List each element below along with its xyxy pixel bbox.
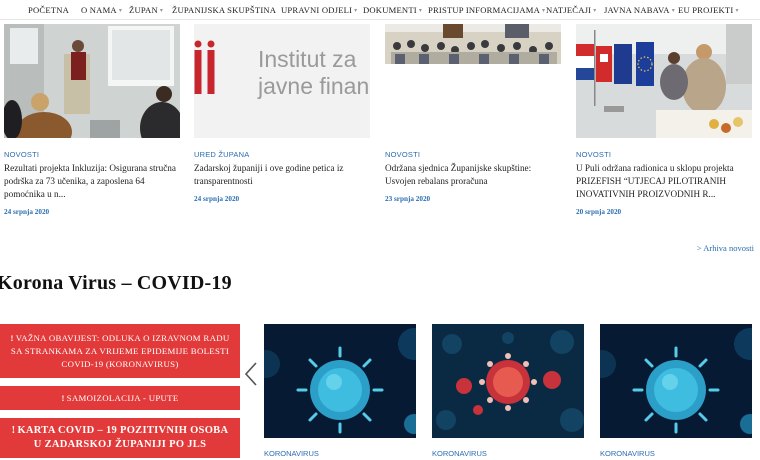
chevron-down-icon: ▾	[354, 7, 358, 14]
news-date: 20 srpnja 2020	[576, 208, 622, 216]
news-card[interactable]	[4, 24, 180, 138]
nav-item-label: EU PROJEKTI	[678, 5, 734, 15]
exclamation-icon: !	[61, 392, 65, 403]
chevron-left-icon[interactable]	[244, 362, 258, 386]
chevron-down-icon: ▾	[593, 7, 597, 14]
nav-item-zupanijska-skupstina[interactable]: ŽUPANIJSKA SKUPŠTINA	[172, 5, 276, 15]
section-title: Korona Virus – COVID-19	[0, 272, 232, 294]
chevron-down-icon: ▾	[118, 7, 123, 14]
chevron-down-icon: ▾	[735, 7, 739, 14]
nav-item-o-nama[interactable]: O NAMA ▾	[81, 5, 122, 15]
virus-image[interactable]	[432, 324, 584, 438]
chevron-down-icon: ▾	[418, 7, 423, 14]
news-category[interactable]: NOVOSTI	[4, 150, 39, 159]
news-category[interactable]: NOVOSTI	[385, 150, 420, 159]
chevron-down-icon: ▾	[671, 7, 675, 14]
nav-item-natjecaji[interactable]: NATJEČAJI ▾	[546, 5, 596, 15]
news-card[interactable]	[385, 24, 561, 64]
exclamation-icon: !	[11, 425, 16, 436]
news-title[interactable]: Rezultati projekta Inkluzija: Osigurana …	[4, 162, 184, 201]
exclamation-icon: !	[10, 332, 14, 343]
news-date: 24 srpnja 2020	[4, 208, 50, 216]
institut-logo-text: Institut za javne finan	[258, 46, 370, 99]
archive-news-link[interactable]: > Arhiva novosti	[697, 243, 754, 253]
virus-image[interactable]	[600, 324, 752, 438]
nav-item-upravni-odjeli[interactable]: UPRAVNI ODJELI ▾	[281, 5, 357, 15]
virus-image[interactable]	[264, 324, 416, 438]
nav-item-pocetna[interactable]: POČETNA	[28, 5, 69, 15]
nav-item-label: UPRAVNI ODJELI	[281, 5, 353, 15]
covid-card-category[interactable]: KORONAVIRUS	[432, 449, 487, 458]
main-navigation: POČETNA O NAMA ▾ ŽUPAN ▾ ŽUPANIJSKA SKUPŠT…	[0, 0, 760, 20]
nav-item-pristup-informacijama[interactable]: PRISTUP INFORMACIJAMA ▾	[428, 5, 545, 15]
covid-selfisolation-button[interactable]: ! SAMOIZOLACIJA - UPUTE	[0, 386, 240, 410]
news-date: 23 srpnja 2020	[385, 195, 431, 203]
news-photo-institut[interactable]: Institut za javne finan	[194, 24, 370, 138]
news-title[interactable]: U Puli održana radionica u sklopu projek…	[576, 162, 754, 201]
covid-map-button[interactable]: ! KARTA COVID – 19 POZITIVNIH OSOBA U ZAD…	[0, 418, 240, 458]
nav-item-zupan[interactable]: ŽUPAN ▾	[129, 5, 163, 15]
covid-card[interactable]	[264, 324, 416, 438]
news-photo-workshop[interactable]	[4, 24, 180, 138]
nav-item-label: NATJEČAJI	[546, 5, 592, 15]
news-photo-radionica[interactable]	[576, 24, 752, 138]
chevron-down-icon: ▾	[159, 7, 164, 14]
chevron-down-icon: ▾	[542, 7, 546, 14]
nav-item-label: O NAMA	[81, 5, 117, 15]
nav-item-label: ŽUPAN	[129, 5, 158, 15]
nav-item-label: POČETNA	[28, 5, 70, 15]
news-card[interactable]: Institut za javne finan	[194, 24, 370, 138]
nav-item-javna-nabava[interactable]: JAVNA NABAVA ▾	[604, 5, 675, 15]
nav-item-eu-projekti[interactable]: EU PROJEKTI ▾	[678, 5, 739, 15]
covid-notice-label: VAŽNA OBAVIJEST: ODLUKA O IZRAVNOM RADU …	[10, 332, 230, 369]
covid-card-category[interactable]: KORONAVIRUS	[600, 449, 655, 458]
nav-item-label: DOKUMENTI	[363, 5, 417, 15]
news-title[interactable]: Zadarskoj županiji i ove godine petica i…	[194, 162, 364, 188]
covid-notice-button[interactable]: ! VAŽNA OBAVIJEST: ODLUKA O IZRAVNOM RADU…	[0, 324, 240, 378]
covid-selfisolation-label: SAMOIZOLACIJA - UPUTE	[66, 392, 179, 403]
nav-item-label: PRISTUP INFORMACIJAMA	[428, 5, 541, 15]
news-date: 24 srpnja 2020	[194, 195, 240, 203]
news-category[interactable]: NOVOSTI	[576, 150, 611, 159]
nav-item-label: ŽUPANIJSKA SKUPŠTINA	[172, 5, 277, 15]
covid-map-label: KARTA COVID – 19 POZITIVNIH OSOBA U ZADA…	[17, 425, 229, 450]
covid-card[interactable]	[432, 324, 584, 438]
covid-card[interactable]	[600, 324, 752, 438]
news-title[interactable]: Održana sjednica Županijske skupštine: U…	[385, 162, 560, 188]
news-category[interactable]: URED ŽUPANA	[194, 150, 249, 159]
news-card[interactable]	[576, 24, 752, 138]
nav-item-dokumenti[interactable]: DOKUMENTI ▾	[363, 5, 422, 15]
covid-card-category[interactable]: KORONAVIRUS	[264, 449, 319, 458]
nav-item-label: JAVNA NABAVA	[604, 5, 670, 15]
news-photo-assembly[interactable]	[385, 24, 561, 64]
